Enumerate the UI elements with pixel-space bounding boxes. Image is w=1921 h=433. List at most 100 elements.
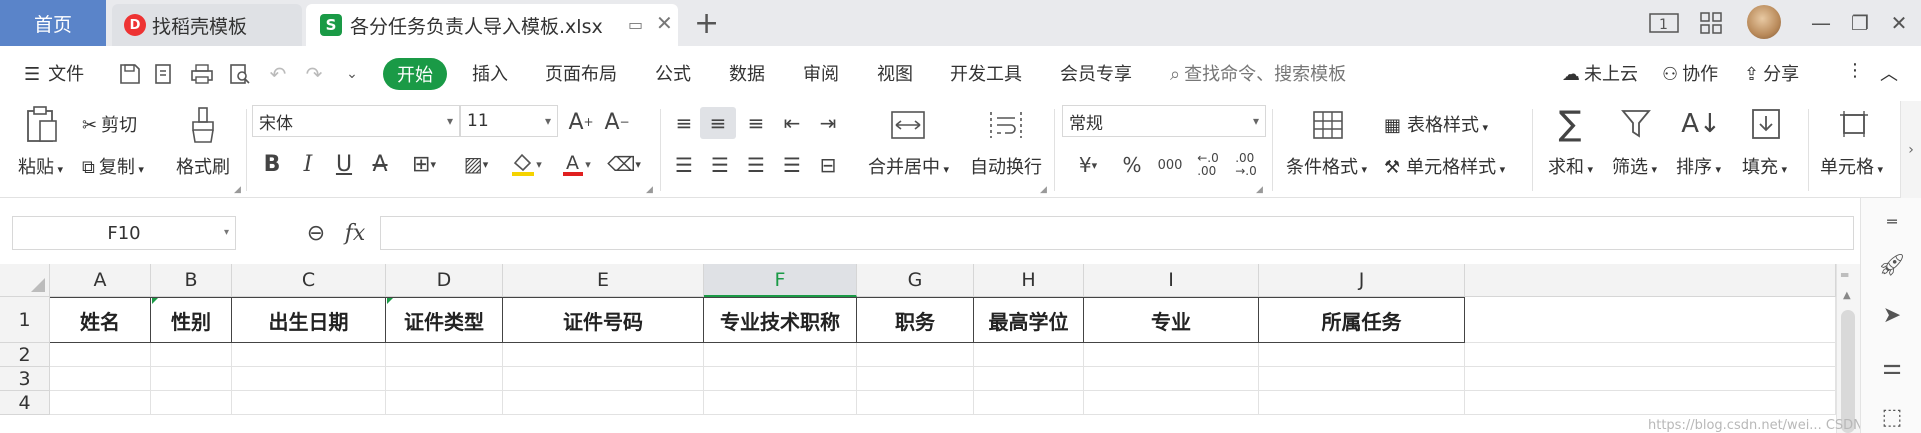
cell-h3[interactable]	[974, 367, 1084, 391]
sum-button[interactable]: 求和 ▾	[1548, 153, 1593, 179]
cell-style-button[interactable]: ⚒ 单元格样式 ▾	[1384, 153, 1505, 179]
column-header-f[interactable]: F	[704, 264, 857, 297]
cell-d1[interactable]: 证件类型	[386, 297, 503, 343]
cell-c3[interactable]	[232, 367, 386, 391]
sort-icon[interactable]: A↓	[1681, 105, 1721, 143]
fx-icon[interactable]: fx	[340, 218, 370, 248]
column-header-b[interactable]: B	[151, 264, 232, 297]
strikethrough-icon[interactable]: A	[366, 149, 394, 179]
select-tool-icon[interactable]: ⬚	[1879, 404, 1905, 430]
cells-button[interactable]: 单元格 ▾	[1820, 153, 1883, 179]
cell-i2[interactable]	[1084, 343, 1259, 367]
cell-j4[interactable]	[1259, 391, 1465, 415]
align-center-icon[interactable]: ☰	[704, 149, 736, 181]
column-header-j[interactable]: J	[1259, 264, 1465, 297]
table-style-button[interactable]: ▦ 表格样式 ▾	[1384, 111, 1488, 137]
cell-d2[interactable]	[386, 343, 503, 367]
cell-f1[interactable]: 专业技术职称	[704, 297, 857, 343]
new-tab-icon[interactable]: +	[694, 6, 719, 41]
rocket-icon[interactable]: 🚀︎	[1878, 252, 1906, 278]
distributed-icon[interactable]: ⊟	[812, 149, 844, 181]
cell-a3[interactable]	[50, 367, 151, 391]
vertical-scrollbar[interactable]: ═ ▲	[1836, 264, 1860, 433]
cell-i3[interactable]	[1084, 367, 1259, 391]
number-format-select[interactable]: 常规 ▾	[1062, 105, 1266, 137]
quick-access-more-icon[interactable]: ⌄	[340, 62, 364, 86]
user-avatar[interactable]	[1747, 5, 1781, 39]
redo-icon[interactable]: ↷	[302, 62, 326, 86]
save-icon[interactable]	[118, 62, 142, 86]
align-bottom-icon[interactable]: ≡	[740, 107, 772, 139]
column-header-h[interactable]: H	[974, 264, 1084, 297]
decrease-font-icon[interactable]: A −	[602, 107, 632, 137]
cell-filler-row-3[interactable]	[1465, 367, 1836, 391]
cell-e1[interactable]: 证件号码	[503, 297, 704, 343]
sum-icon[interactable]: ∑	[1552, 104, 1588, 144]
dialog-launcher-icon[interactable]: ◢	[1040, 185, 1047, 195]
column-header-d[interactable]: D	[386, 264, 503, 297]
command-search[interactable]: ⌕ 查找命令、搜索模板	[1170, 60, 1346, 86]
tab-review[interactable]: 审阅	[803, 60, 839, 86]
conditional-format-button[interactable]: 条件格式 ▾	[1286, 153, 1367, 179]
increase-font-icon[interactable]: A +	[566, 107, 596, 137]
cell-h4[interactable]	[974, 391, 1084, 415]
print-preview-icon[interactable]	[228, 62, 252, 86]
paste-icon[interactable]	[22, 105, 62, 145]
collapse-ribbon-icon[interactable]: ︿	[1880, 60, 1898, 86]
cell-c2[interactable]	[232, 343, 386, 367]
dialog-launcher-icon[interactable]: ◢	[234, 185, 241, 195]
column-header-a[interactable]: A	[50, 264, 151, 297]
decrease-decimal-icon[interactable]: .00 →.0	[1228, 149, 1264, 181]
cut-button[interactable]: ✂ 剪切	[82, 111, 137, 137]
cell-d3[interactable]	[386, 367, 503, 391]
tab-developer[interactable]: 开发工具	[950, 60, 1022, 86]
file-menu[interactable]: ☰ 文件	[24, 60, 84, 86]
tab-view[interactable]: 视图	[877, 60, 913, 86]
export-pdf-icon[interactable]	[152, 62, 176, 86]
tab-insert[interactable]: 插入	[472, 60, 508, 86]
tab-page-layout[interactable]: 页面布局	[545, 60, 617, 86]
column-header-e[interactable]: E	[503, 264, 704, 297]
tab-docer[interactable]: D 找稻壳模板	[112, 4, 302, 46]
cell-h1[interactable]: 最高学位	[974, 297, 1084, 343]
align-left-icon[interactable]: ☰	[668, 149, 700, 181]
column-header-g[interactable]: G	[857, 264, 974, 297]
tab-home[interactable]: 首页	[0, 0, 106, 46]
justify-icon[interactable]: ☰	[776, 149, 808, 181]
cloud-status[interactable]: ☁ 未上云	[1562, 60, 1638, 86]
font-size-select[interactable]: 11 ▾	[460, 105, 558, 137]
eraser-icon[interactable]: ⌫ ▾	[604, 149, 644, 179]
undo-icon[interactable]: ↶	[266, 62, 290, 86]
thousands-icon[interactable]: 000	[1152, 149, 1188, 181]
format-painter-icon[interactable]	[183, 105, 223, 145]
wrap-text-button[interactable]: 自动换行	[970, 153, 1042, 179]
cell-f2[interactable]	[704, 343, 857, 367]
cell-i4[interactable]	[1084, 391, 1259, 415]
more-options-icon[interactable]: ⋮	[1846, 60, 1864, 81]
column-header-c[interactable]: C	[232, 264, 386, 297]
cell-a1[interactable]: 姓名	[50, 297, 151, 343]
cell-j2[interactable]	[1259, 343, 1465, 367]
sort-button[interactable]: 排序 ▾	[1676, 153, 1721, 179]
ribbon-scroll-right-icon[interactable]: ›	[1900, 101, 1921, 198]
cell-e2[interactable]	[503, 343, 704, 367]
bold-icon[interactable]: B	[258, 149, 286, 179]
cell-f4[interactable]	[704, 391, 857, 415]
formula-input[interactable]	[380, 216, 1854, 250]
cell-e4[interactable]	[503, 391, 704, 415]
cell-a2[interactable]	[50, 343, 151, 367]
cell-b3[interactable]	[151, 367, 232, 391]
fill-color-icon[interactable]: ▾	[506, 149, 546, 179]
font-name-select[interactable]: 宋体 ▾	[252, 105, 460, 137]
row-header-3[interactable]: 3	[0, 367, 50, 391]
close-tab-icon[interactable]: ✕	[656, 11, 673, 35]
tab-data[interactable]: 数据	[729, 60, 765, 86]
fill-icon[interactable]	[1748, 105, 1784, 143]
dialog-launcher-icon[interactable]: ◢	[646, 185, 653, 195]
grid-apps-icon[interactable]	[1696, 8, 1726, 38]
fill-button[interactable]: 填充 ▾	[1742, 153, 1787, 179]
collab-button[interactable]: ⚇ 协作	[1662, 60, 1718, 86]
cell-b1[interactable]: 性别	[151, 297, 232, 343]
cell-filler-row-1[interactable]	[1465, 297, 1836, 343]
cell-b2[interactable]	[151, 343, 232, 367]
